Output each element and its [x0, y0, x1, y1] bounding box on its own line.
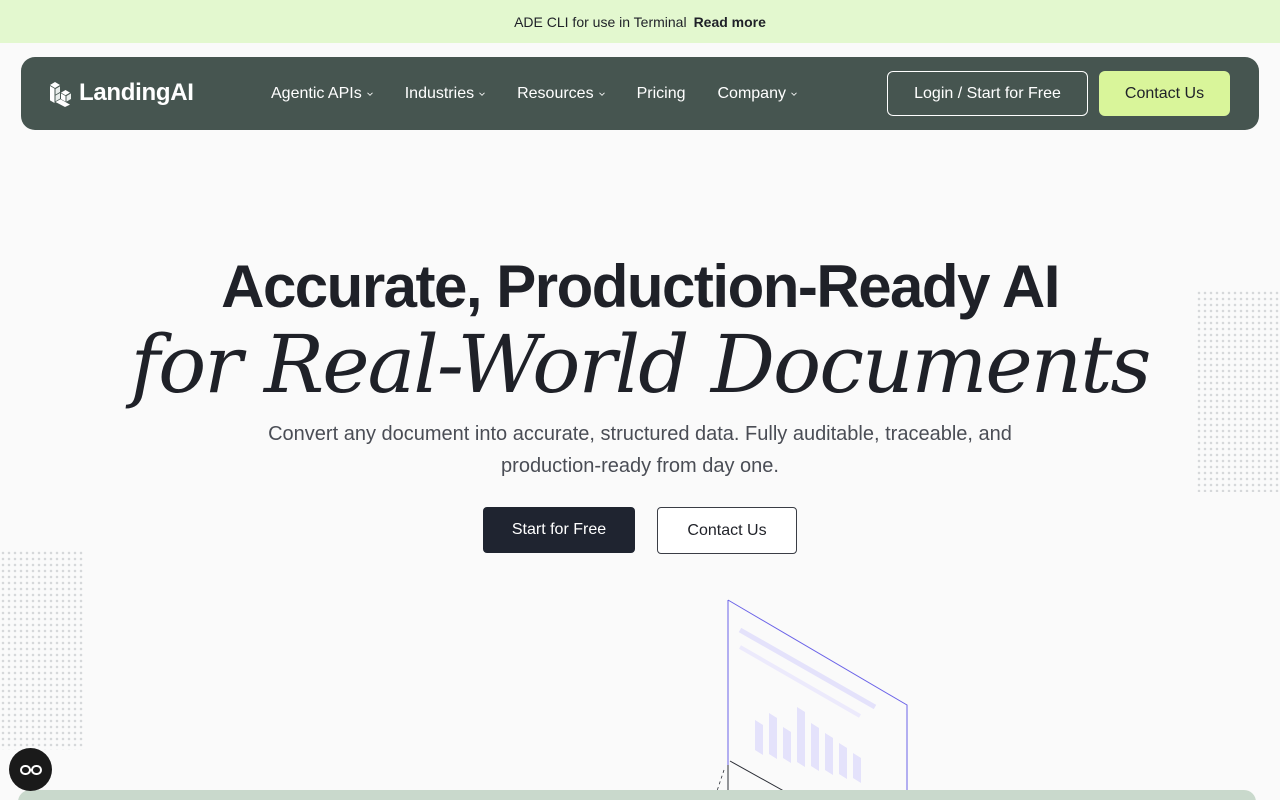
nav-contact-us-button[interactable]: Contact Us	[1099, 71, 1230, 116]
landingai-logo-icon	[50, 82, 71, 107]
dot-pattern-decoration	[0, 550, 84, 750]
announcement-text: ADE CLI for use in Terminal	[514, 13, 687, 30]
nav-item-pricing[interactable]: Pricing	[637, 85, 686, 103]
chevron-down-icon	[366, 92, 373, 96]
login-start-free-button[interactable]: Login / Start for Free	[887, 71, 1088, 116]
logo-text: LandingAI	[79, 79, 194, 106]
main-navbar: LandingAI Agentic APIs Industries Resour…	[21, 57, 1259, 130]
nav-item-label: Industries	[404, 84, 475, 102]
nav-item-company[interactable]: Company	[717, 84, 797, 103]
nav-menu: Agentic APIs Industries Resources Pricin…	[271, 57, 829, 130]
announcement-read-more-link[interactable]: Read more	[694, 14, 766, 30]
nav-item-label: Pricing	[636, 84, 686, 102]
contact-us-button[interactable]: Contact Us	[657, 507, 797, 554]
hero-title: Accurate, Production-Ready AI	[221, 253, 1060, 320]
chevron-down-icon	[791, 92, 797, 96]
nav-item-agentic-apis[interactable]: Agentic APIs	[271, 85, 373, 103]
nav-item-label: Company	[717, 84, 786, 102]
chevron-down-icon	[479, 92, 485, 96]
nav-item-resources[interactable]: Resources	[517, 84, 605, 103]
nav-item-label: Agentic APIs	[271, 84, 362, 102]
hero-subtitle: Convert any document into accurate, stru…	[268, 423, 1012, 477]
logo[interactable]: LandingAI	[48, 78, 194, 108]
document-illustration	[713, 599, 908, 800]
glasses-icon	[19, 764, 42, 775]
announcement-bar: ADE CLI for use in Terminal Read more	[0, 0, 1280, 43]
hero-title-italic: for Real-World Documents	[130, 318, 1152, 411]
floating-action-button[interactable]	[9, 748, 52, 791]
nav-item-label: Resources	[517, 84, 594, 102]
nav-item-industries[interactable]: Industries	[405, 85, 485, 103]
chevron-down-icon	[598, 92, 605, 96]
next-section-panel	[18, 790, 1256, 800]
start-for-free-button[interactable]: Start for Free	[483, 507, 635, 553]
